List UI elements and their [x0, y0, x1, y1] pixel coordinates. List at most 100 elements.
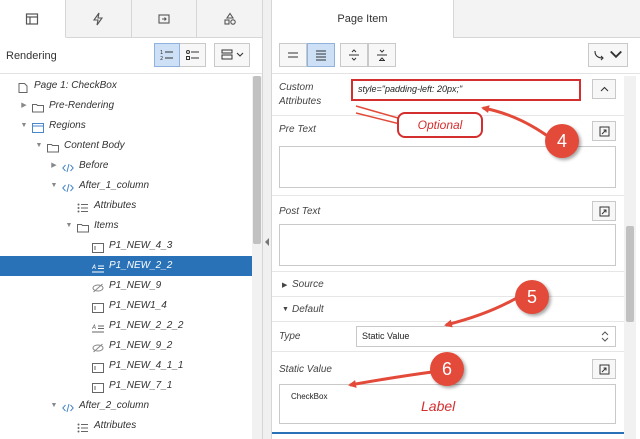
- chevron-down-icon: [236, 52, 243, 57]
- tab-dynamic-actions[interactable]: [66, 0, 132, 37]
- static-value-label: Static Value: [279, 364, 332, 375]
- post-text-expand-button[interactable]: [592, 201, 616, 221]
- tab-page-item[interactable]: Page Item: [272, 0, 454, 38]
- text-item-icon: [92, 241, 104, 253]
- svg-text:A: A: [92, 324, 96, 331]
- tree-node[interactable]: ▼ After_2_column: [0, 396, 252, 416]
- expand-triangle-icon[interactable]: ▶: [50, 156, 58, 176]
- tree-node-label: P1_NEW_4_3: [109, 240, 173, 251]
- step-4-badge: 4: [545, 124, 579, 158]
- tree-node[interactable]: ▶ Before: [0, 156, 252, 176]
- svg-text:A: A: [92, 264, 96, 271]
- tree-node[interactable]: Attributes: [0, 196, 252, 216]
- chevron-down-icon: [610, 50, 622, 59]
- expand-all-button[interactable]: [340, 43, 368, 67]
- component-view-button[interactable]: 12: [154, 43, 180, 67]
- numbered-list-icon: 12: [160, 50, 173, 61]
- tab-processing[interactable]: [132, 0, 198, 37]
- tree-node[interactable]: P1_NEW_4_1_1: [0, 356, 252, 376]
- tree-scrollbar[interactable]: [252, 76, 262, 439]
- tree-node[interactable]: P1_NEW_7_1: [0, 376, 252, 396]
- pre-text-label: Pre Text: [279, 124, 316, 135]
- folder-icon: [47, 141, 59, 153]
- tree-node[interactable]: ▼ Content Body: [0, 136, 252, 156]
- tree-node[interactable]: P1_NEW1_4: [0, 296, 252, 316]
- code-icon: [62, 401, 74, 413]
- type-label: Type: [279, 331, 301, 342]
- tree-node[interactable]: ▼ Regions: [0, 116, 252, 136]
- optional-callout: Optional: [397, 112, 483, 138]
- collapse-triangle-icon[interactable]: ▼: [65, 216, 73, 236]
- collapse-triangle-icon[interactable]: ▼: [20, 116, 28, 136]
- tree-node[interactable]: P1_NEW_4_3: [0, 236, 252, 256]
- property-editor-header: Page Item: [272, 0, 640, 38]
- tree-node[interactable]: Page 1: CheckBox: [0, 76, 252, 96]
- show-common-button[interactable]: [279, 43, 307, 67]
- pre-text-expand-button[interactable]: [592, 121, 616, 141]
- tree-scrollbar-thumb[interactable]: [253, 76, 261, 244]
- tree-node[interactable]: ▶ Pre-Rendering: [0, 96, 252, 116]
- go-to-menu-button[interactable]: [588, 43, 628, 67]
- layout-icon: [221, 49, 232, 60]
- source-section-header[interactable]: ▶ Source: [272, 272, 624, 297]
- grouped-view-button[interactable]: [180, 43, 206, 67]
- custom-attributes-row: Custom Attributes style="padding-left: 2…: [272, 76, 624, 116]
- post-text-textarea[interactable]: [279, 224, 616, 266]
- grouped-list-icon: [185, 50, 199, 60]
- display-item-icon: A: [91, 321, 104, 333]
- property-scrollbar[interactable]: [624, 76, 636, 439]
- code-icon: [62, 181, 74, 193]
- tree-node[interactable]: P1_NEW_9_2: [0, 336, 252, 356]
- expand-triangle-icon[interactable]: ▶: [20, 96, 28, 116]
- tree-node[interactable]: P1_NEW_9: [0, 276, 252, 296]
- collapse-all-button[interactable]: [368, 43, 396, 67]
- tree-node-label: Regions: [49, 120, 86, 131]
- left-toolbar: Rendering 12: [0, 38, 262, 74]
- tree-node-label: Items: [94, 220, 119, 231]
- collapse-triangle-icon[interactable]: ▼: [35, 136, 43, 156]
- property-scrollbar-thumb[interactable]: [626, 226, 634, 322]
- dynamic-actions-tab-icon: [93, 12, 104, 25]
- tree-node-label: P1_NEW_9: [109, 280, 162, 291]
- tree-node[interactable]: ▼ Items: [0, 216, 252, 236]
- type-select[interactable]: Static Value: [356, 326, 616, 347]
- layout-menu-button[interactable]: [214, 43, 250, 67]
- select-arrows-icon: [601, 331, 609, 342]
- next-field-edge: [272, 432, 624, 439]
- tree-node[interactable]: A P1_NEW_2_2_2: [0, 316, 252, 336]
- collapse-arrow-icon[interactable]: [265, 238, 269, 246]
- text-item-icon: [92, 381, 104, 393]
- show-all-button[interactable]: [307, 43, 335, 67]
- hidden-item-icon: [92, 341, 104, 353]
- tree-node-label: P1_NEW_7_1: [109, 380, 173, 391]
- tree-node-label: Content Body: [64, 140, 125, 151]
- tree-node-label: P1_NEW_9_2: [109, 340, 173, 351]
- collapse-triangle-icon[interactable]: ▼: [50, 176, 58, 196]
- source-section-label: Source: [292, 279, 324, 290]
- tree-node-label: Attributes: [94, 200, 137, 211]
- left-tabs: [0, 0, 262, 38]
- custom-attributes-input[interactable]: style="padding-left: 20px;": [351, 79, 581, 101]
- tree-node[interactable]: Attributes: [0, 416, 252, 436]
- post-text-label: Post Text: [279, 206, 321, 217]
- panel-title: Rendering: [6, 50, 57, 62]
- collapse-field-button[interactable]: [592, 79, 616, 99]
- collapse-triangle-icon[interactable]: ▼: [50, 396, 58, 416]
- region-icon: [32, 121, 44, 133]
- tree-node-label: P1_NEW_4_1_1: [109, 360, 184, 371]
- tree-node[interactable]: A P1_NEW_2_2: [0, 256, 252, 276]
- static-value-expand-button[interactable]: [592, 359, 616, 379]
- panel-splitter[interactable]: [263, 0, 272, 439]
- open-editor-icon: [599, 364, 609, 374]
- tree-node-label: After_1_column: [79, 180, 150, 191]
- tree-node[interactable]: ▼ After_1_column: [0, 176, 252, 196]
- default-section-header[interactable]: ▼ Default: [272, 297, 624, 322]
- type-select-value: Static Value: [362, 331, 410, 341]
- post-text-row: Post Text: [272, 196, 624, 272]
- tab-shared-components[interactable]: [197, 0, 262, 37]
- shared-components-tab-icon: [224, 12, 236, 25]
- code-icon: [62, 161, 74, 173]
- chevron-up-icon: [600, 86, 608, 91]
- tab-rendering[interactable]: [0, 0, 66, 38]
- tree-node-label: Attributes: [94, 420, 137, 431]
